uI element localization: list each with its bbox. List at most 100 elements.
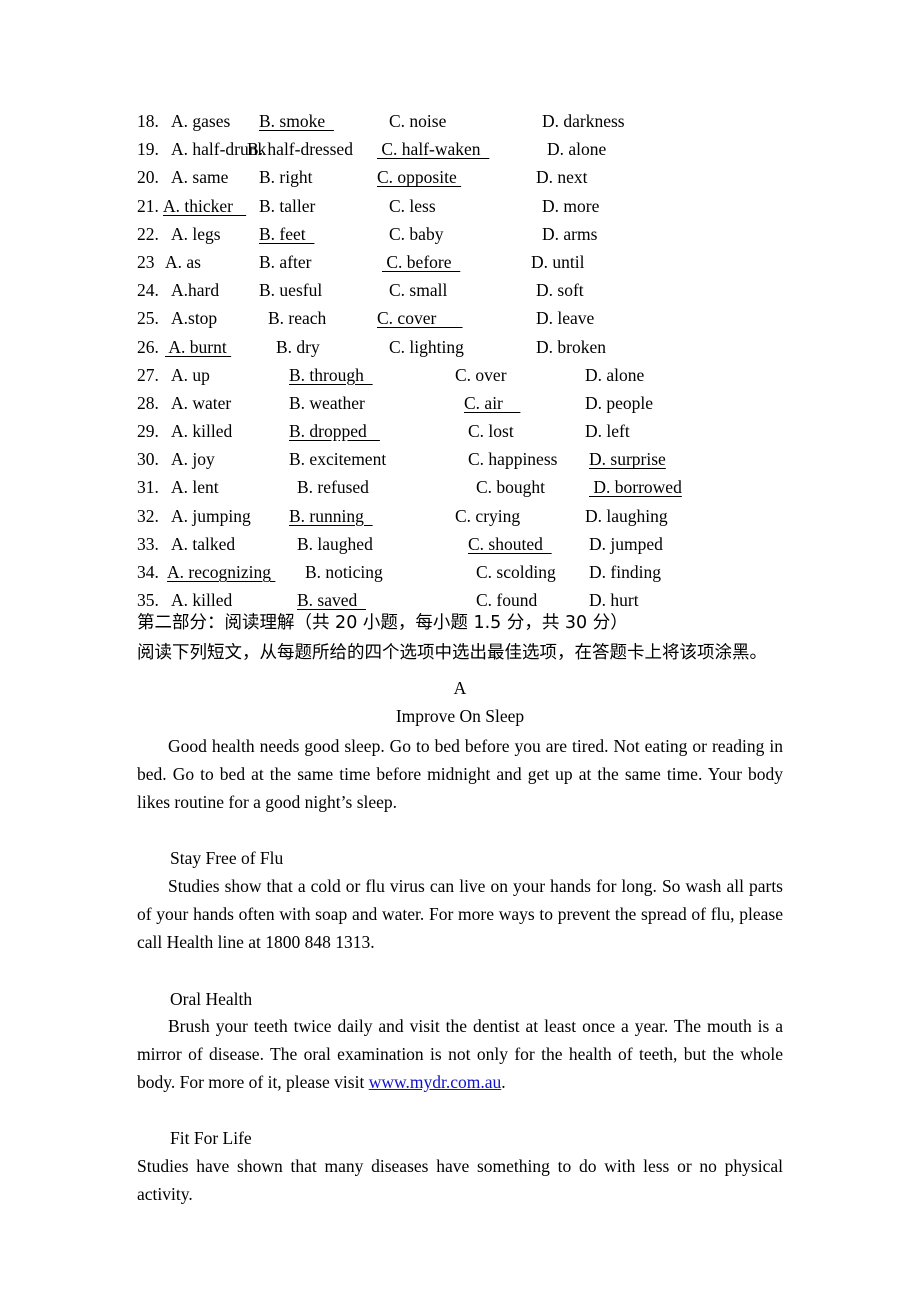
multiple-choice-list: 18. A. gases B. smoke C. noise D. darkness 1… [137,107,837,614]
option-a[interactable]: A. gases [171,107,230,135]
option-c[interactable]: C. happiness [468,445,557,473]
option-c-selected[interactable]: C. before [382,248,460,276]
paragraph-flu-text: Studies show that a cold or flu virus ca… [137,876,783,953]
option-b[interactable]: B. right [259,163,312,191]
option-b-selected[interactable]: B. through [289,361,373,389]
option-c-selected[interactable]: C. opposite [377,163,461,191]
option-a[interactable]: A. jumping [171,502,251,530]
option-b[interactable]: B. weather [289,389,365,417]
option-b-selected[interactable]: B. feet [259,220,314,248]
option-d[interactable]: D. alone [585,361,644,389]
paragraph-oral: Brush your teeth twice daily and visit t… [137,1012,783,1097]
option-d[interactable]: D. until [531,248,584,276]
question-number: 18. [137,111,159,131]
paragraph-oral-text-after: . [501,1072,506,1093]
option-a[interactable]: A. talked [171,530,235,558]
option-c[interactable]: C. over [455,361,507,389]
option-a[interactable]: A. lent [171,473,219,501]
option-c-selected[interactable]: C. half-waken [377,135,489,163]
option-a[interactable]: A. as [165,248,201,276]
question-number: 31. [137,477,159,498]
option-c[interactable]: C. less [389,192,436,220]
option-b[interactable]: B. refused [297,473,369,501]
question-number: 19. [137,139,159,160]
mcq-row: 21. A. thicker B. taller C. less D. more [137,192,837,220]
option-a[interactable]: A. legs [171,220,221,248]
option-c[interactable]: C. noise [389,107,446,135]
option-c-selected[interactable]: C. air [464,389,520,417]
option-b-selected[interactable]: B. dropped [289,417,380,445]
option-c-selected[interactable]: C. shouted [468,530,552,558]
option-d[interactable]: D. laughing [585,502,668,530]
option-c[interactable]: C. small [389,276,447,304]
option-c[interactable]: C. bought [476,473,545,501]
option-d[interactable]: D. people [585,389,653,417]
paragraph-flu: Studies show that a cold or flu virus ca… [137,872,783,957]
option-c[interactable]: C. crying [455,502,520,530]
option-a-selected[interactable]: A. burnt [165,333,231,361]
option-a-selected[interactable]: A. recognizing [167,558,275,586]
option-c[interactable]: C. scolding [476,558,556,586]
option-a[interactable]: A. water [171,389,231,417]
option-d[interactable]: D. leave [536,304,594,332]
mcq-row: 30. A. joy B. excitement C. happiness D. sur… [137,445,837,473]
option-d[interactable]: D. next [536,163,588,191]
option-d[interactable]: D. darkness [542,107,625,135]
option-b[interactable]: B. after [259,248,311,276]
option-b-selected[interactable]: B. running [289,502,373,530]
subheading-oral-health: Oral Health [170,989,253,1009]
option-c-selected[interactable]: C. cover [377,304,463,332]
option-c[interactable]: C. lost [468,417,514,445]
question-number: 30. [137,449,159,470]
option-d[interactable]: D. left [585,417,630,445]
mcq-row: 19. A. half-drunk B. half-dressed C. half-… [137,135,837,163]
option-d[interactable]: D. broken [536,333,606,361]
mcq-row: 24. A.hard B. uesful C. small D. soft [137,276,837,304]
option-a[interactable]: A.stop [171,304,217,332]
mcq-row: 23 A. as B. after C. before D. until [137,248,837,276]
option-b[interactable]: B. dry [276,333,320,361]
option-d[interactable]: D. jumped [589,530,663,558]
mcq-row: 29. A. killed B. dropped C. lost D. left [137,417,837,445]
question-number: 21. [137,195,159,216]
option-b-selected[interactable]: B. smoke [259,107,334,135]
mcq-row: 31. A. lent B. refused C. bought D. borrowe… [137,473,837,501]
question-number: 20. [137,167,159,188]
option-b[interactable]: B. taller [259,192,315,220]
option-b[interactable]: B. half-dressed [247,135,353,163]
mcq-row: 22. A. legs B. feet C. baby D. arms [137,220,837,248]
question-number: 22. [137,223,159,244]
option-b[interactable]: B. uesful [259,276,322,304]
question-number: 33. [137,533,159,554]
option-d[interactable]: D. finding [589,558,661,586]
option-d-selected[interactable]: D. borrowed [589,473,681,501]
option-b[interactable]: B. excitement [289,445,386,473]
subheading-stay-free-of-flu: Stay Free of Flu [170,848,284,868]
option-a[interactable]: A. killed [171,417,232,445]
option-a[interactable]: A.hard [171,276,219,304]
option-a-selected[interactable]: A. thicker [163,192,246,220]
option-d[interactable]: D. arms [542,220,597,248]
option-c[interactable]: C. baby [389,220,443,248]
option-c[interactable]: C. lighting [389,333,464,361]
option-b[interactable]: B. noticing [305,558,383,586]
mcq-row: 28. A. water B. weather C. air D. people [137,389,837,417]
passage-letter: A [453,678,467,698]
option-d[interactable]: D. more [542,192,599,220]
mcq-row: 26. A. burnt B. dry C. lighting D. broken [137,333,837,361]
option-a[interactable]: A. up [171,361,210,389]
option-b[interactable]: B. reach [268,304,326,332]
option-d[interactable]: D. alone [547,135,606,163]
question-number: 29. [137,421,159,442]
option-b[interactable]: B. laughed [297,530,373,558]
option-d-selected[interactable]: D. surprise [589,445,666,473]
mydr-website-link[interactable]: www.mydr.com.au [369,1072,502,1092]
mcq-row: 25. A.stop B. reach C. cover D. leave [137,304,837,332]
question-number: 27. [137,364,159,385]
option-a[interactable]: A. same [171,163,228,191]
question-number: 34. [137,562,159,582]
option-a[interactable]: A. joy [171,445,215,473]
paragraph-sleep: Good health needs good sleep. Go to bed … [137,732,783,817]
option-d[interactable]: D. soft [536,276,584,304]
passage-title: Improve On Sleep [395,706,525,726]
